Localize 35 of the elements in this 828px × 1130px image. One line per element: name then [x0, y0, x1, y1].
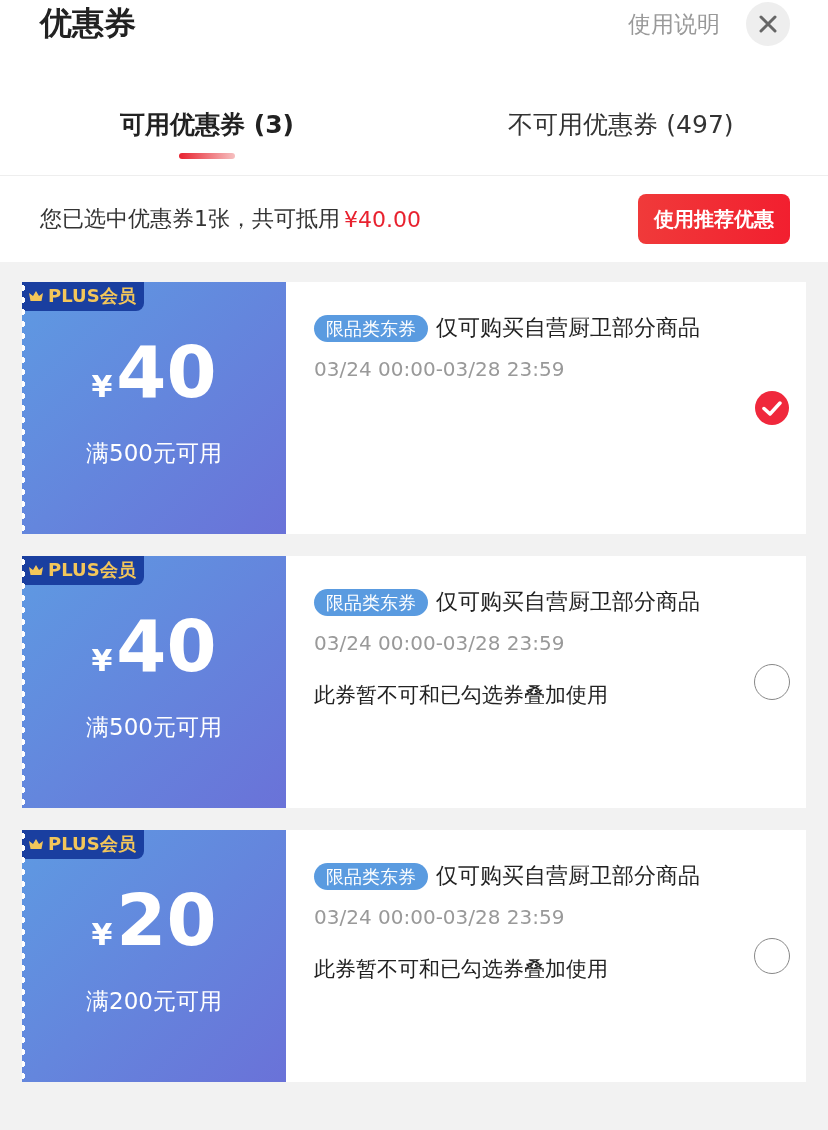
coupon-tab[interactable]: 可用优惠券 (3)	[0, 48, 414, 175]
member-badge: PLUS会员	[22, 830, 144, 859]
category-tag: 限品类东券	[314, 589, 428, 616]
close-icon	[757, 13, 779, 35]
discount-amount: ¥40.00	[344, 206, 421, 232]
stacking-note: 此券暂不可和已勾选券叠加使用	[314, 956, 609, 983]
currency-symbol: ¥	[91, 917, 113, 952]
coupon-value: 40	[116, 336, 217, 408]
validity-period: 03/24 00:00-03/28 23:59	[314, 357, 566, 381]
coupon-tab[interactable]: 不可用优惠券 (497)	[414, 48, 828, 175]
member-badge: PLUS会员	[22, 556, 144, 585]
validity-period: 03/24 00:00-03/28 23:59	[314, 905, 566, 929]
coupon-value: 20	[116, 884, 217, 956]
crown-icon	[28, 838, 44, 850]
currency-symbol: ¥	[91, 369, 113, 404]
checked-radio[interactable]	[754, 390, 790, 426]
coupon-description: 仅可购买自营厨卫部分商品	[436, 863, 700, 888]
currency-symbol: ¥	[91, 643, 113, 678]
coupon-description: 仅可购买自营厨卫部分商品	[436, 315, 700, 340]
coupon-condition: 满500元可用	[86, 439, 222, 468]
coupon-description: 仅可购买自营厨卫部分商品	[436, 589, 700, 614]
recommend-button[interactable]: 使用推荐优惠	[638, 194, 790, 244]
category-tag: 限品类东券	[314, 315, 428, 342]
stacking-note: 此券暂不可和已勾选券叠加使用	[314, 682, 609, 709]
close-button[interactable]	[746, 2, 790, 46]
sheet-title: 优惠券	[40, 3, 136, 44]
coupon-value: 40	[116, 610, 217, 682]
coupon-condition: 满500元可用	[86, 713, 222, 742]
category-tag: 限品类东券	[314, 863, 428, 890]
member-badge: PLUS会员	[22, 282, 144, 311]
selection-summary: 您已选中优惠券1张，共可抵用	[40, 205, 340, 233]
crown-icon	[28, 290, 44, 302]
crown-icon	[28, 564, 44, 576]
coupon-condition: 满200元可用	[86, 987, 222, 1016]
validity-period: 03/24 00:00-03/28 23:59	[314, 631, 566, 655]
